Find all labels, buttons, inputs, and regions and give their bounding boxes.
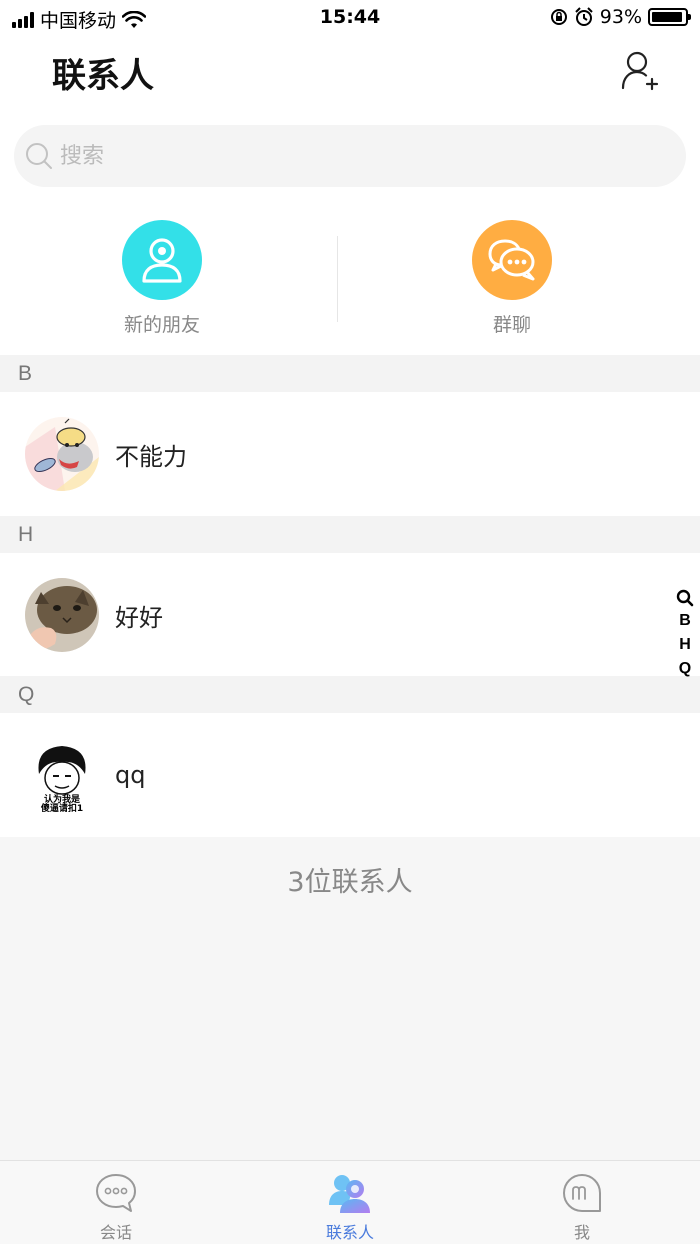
status-bar: 中国移动 15:44 93% [0,0,700,36]
section-header-b: B [0,355,700,392]
group-chat-label: 群聊 [492,314,531,336]
section-header-q: Q [0,676,700,713]
avatar [25,417,99,491]
header: 联系人 [0,36,700,106]
avatar-caption-2: 傻逼请扣1 [40,802,83,812]
quick-divider [337,236,338,322]
contact-count: 3位联系人 [287,867,413,898]
chat-bubble-icon [96,1174,136,1212]
index-item-q[interactable]: Q [679,658,691,680]
search-input[interactable] [60,143,660,169]
group-chat-button[interactable]: 群聊 [432,220,592,337]
contact-row[interactable]: 认为我是 傻逼请扣1 qq [0,713,700,837]
tab-me[interactable]: 我 [522,1171,642,1243]
section-header-h: H [0,516,700,553]
avatar: 认为我是 傻逼请扣1 [25,738,99,812]
add-user-icon[interactable] [620,48,664,92]
contacts-icon [329,1175,370,1213]
search-icon [26,143,52,169]
chat-bubbles-icon [472,220,552,300]
page-title: 联系人 [52,56,154,96]
tab-contacts[interactable]: 联系人 [290,1171,410,1243]
rotation-lock-icon [550,9,567,25]
index-search-icon[interactable] [676,588,694,608]
contact-row[interactable]: 好好 [0,553,700,677]
person-icon [122,220,202,300]
search-area [0,106,700,204]
contact-name: qq [115,761,146,789]
alarm-icon [575,7,593,26]
index-bar: B H Q [675,588,695,680]
new-friends-label: 新的朋友 [123,314,200,336]
tab-bar: 会话 联系人 我 [0,1160,700,1244]
avatar [25,578,99,652]
index-item-b[interactable]: B [679,610,691,632]
contact-name: 不能力 [115,442,187,471]
battery-fill [652,12,682,22]
tab-contacts-label: 联系人 [325,1223,374,1242]
search-box[interactable] [14,125,686,187]
contact-row[interactable]: 不能力 [0,392,700,516]
status-right: 93% [550,6,691,28]
battery-icon [648,8,691,26]
index-item-h[interactable]: H [679,634,691,656]
contact-name: 好好 [115,603,163,632]
me-icon [563,1174,601,1212]
tab-me-label: 我 [573,1223,590,1242]
tab-conversations-label: 会话 [99,1223,132,1242]
battery-percent: 93% [599,6,642,28]
new-friends-button[interactable]: 新的朋友 [82,220,242,337]
quick-actions: 新的朋友 群聊 [0,204,700,355]
tab-conversations[interactable]: 会话 [56,1171,176,1243]
